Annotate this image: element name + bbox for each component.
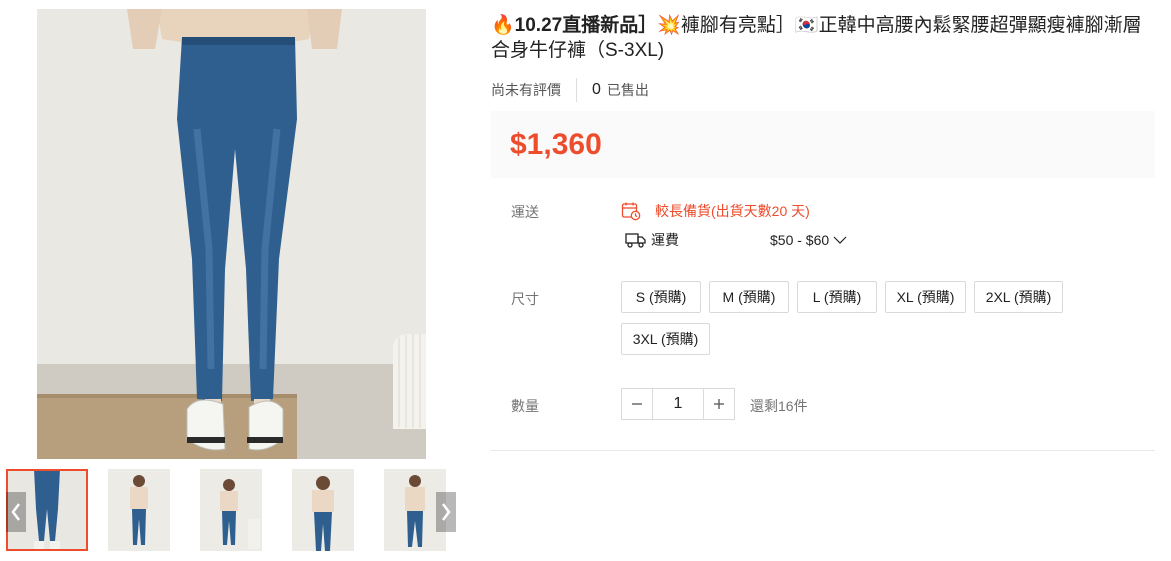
sold-count: 0 [592, 81, 601, 98]
product-photo-jeans [37, 9, 426, 459]
stock-remaining: 還剩16件 [750, 398, 808, 414]
quantity-input[interactable]: 1 [653, 388, 703, 420]
thumbnail-2[interactable] [108, 469, 170, 551]
decrease-quantity-button[interactable] [621, 388, 653, 420]
size-label: 尺寸 [511, 291, 539, 307]
size-option-3xl[interactable]: 3XL (預購) [621, 323, 710, 355]
thumbnail-next-button[interactable] [436, 492, 456, 532]
divider [576, 78, 577, 102]
size-option-m[interactable]: M (預購) [709, 281, 789, 313]
chevron-down-icon [833, 236, 847, 244]
shipping-fee-row: 運費 [625, 230, 679, 250]
thumbnail-prev-button[interactable] [6, 492, 26, 532]
size-option-s[interactable]: S (預購) [621, 281, 701, 313]
title-part1: 10.27直播新品］ [514, 15, 658, 36]
sold-label: 已售出 [606, 82, 649, 98]
size-option-l[interactable]: L (預購) [797, 281, 877, 313]
thumbnail-image [200, 469, 262, 551]
chevron-right-icon [442, 503, 451, 521]
thumbnail-image [292, 469, 354, 551]
rating-text: 尚未有評價 [491, 82, 561, 98]
thumbnail-3[interactable] [200, 469, 262, 551]
korea-flag-icon: 🇰🇷 [794, 15, 819, 36]
price-section: $1,360 [491, 111, 1155, 178]
explosion-icon: 💥 [657, 15, 681, 36]
truck-icon [625, 233, 646, 248]
preorder-notice: 較長備貨(出貨天數20 天) [621, 201, 810, 221]
product-title: 🔥10.27直播新品］💥褲腳有亮點］🇰🇷正韓中高腰內鬆緊腰超彈顯瘦褲腳漸層合身牛… [491, 13, 1151, 63]
title-part2: 褲腳有亮點］ [680, 15, 795, 36]
price: $1,360 [510, 128, 602, 161]
fee-label: 運費 [651, 232, 679, 248]
fire-icon: 🔥 [491, 15, 515, 36]
rating-row: 尚未有評價 0 已售出 [491, 78, 649, 102]
size-option-2xl[interactable]: 2XL (預購) [974, 281, 1063, 313]
thumbnail-image [108, 469, 170, 551]
size-option-xl[interactable]: XL (預購) [885, 281, 966, 313]
calendar-clock-icon [621, 202, 641, 221]
minus-icon [632, 403, 642, 405]
quantity-label: 數量 [511, 398, 539, 414]
shipping-label: 運送 [511, 204, 539, 220]
section-divider [491, 450, 1155, 451]
thumbnail-4[interactable] [292, 469, 354, 551]
main-product-image[interactable] [37, 9, 426, 459]
thumbnail-strip [6, 469, 458, 551]
plus-icon [714, 399, 724, 409]
preorder-text: 較長備貨(出貨天數20 天) [655, 203, 810, 219]
increase-quantity-button[interactable] [703, 388, 735, 420]
fee-range: $50 - $60 [770, 232, 830, 248]
shipping-fee-dropdown[interactable]: $50 - $60 [770, 232, 847, 248]
quantity-stepper: 1 [621, 388, 735, 420]
chevron-left-icon [11, 503, 20, 521]
